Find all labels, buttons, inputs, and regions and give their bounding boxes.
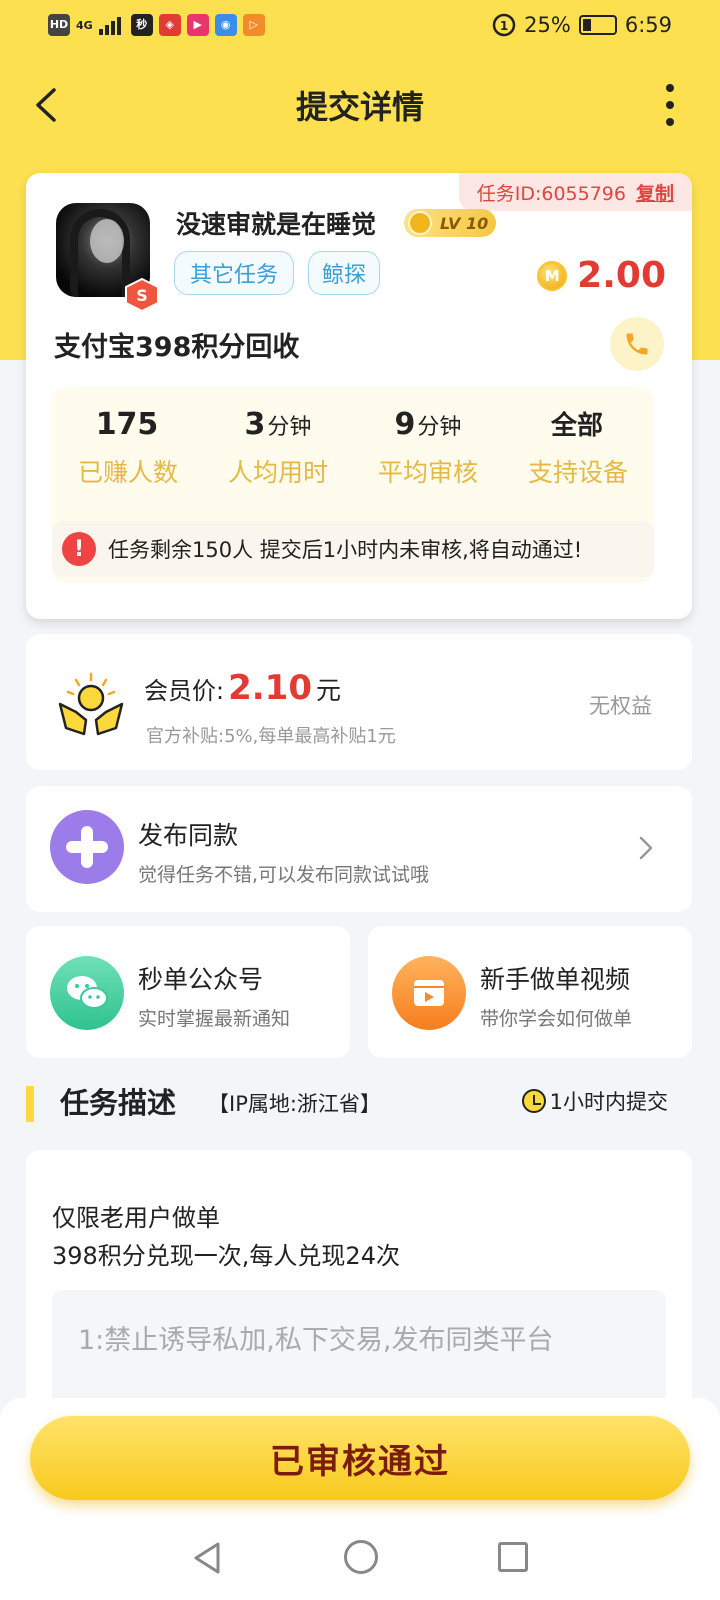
network-label: 4G [76,18,93,32]
coin-icon: M [537,260,568,291]
vip-unit: 元 [315,676,341,705]
description-line: 仅限老用户做单 [52,1204,220,1232]
wechat-icon [50,956,124,1030]
section-title: 任务描述 [60,1086,177,1120]
phone-button[interactable] [610,317,664,371]
stat-value: 全部 [550,411,603,441]
tag-other-tasks[interactable]: 其它任务 [174,251,294,295]
publish-title: 发布同款 [138,821,239,850]
stat-unit: 分钟 [267,415,312,440]
ip-location: 【IP属地:浙江省】 [208,1092,381,1116]
nav-back-icon[interactable] [190,1540,226,1576]
vip-price-card[interactable]: 会员价: 2.10 元 官方补贴:5%,每单最高补贴1元 无权益 [26,634,692,770]
submit-deadline-text: 1小时内提交 [549,1090,668,1114]
alert-icon: ! [62,532,96,566]
bottom-panel: 已审核通过 [0,1398,720,1600]
more-options-icon[interactable] [660,84,680,126]
username: 没速审就是在睡觉 [176,210,377,239]
stat-earned: 175 已赚人数 [58,401,198,489]
phone-icon [626,333,648,355]
level-text: LV 10 [440,213,489,233]
rank-badge-icon: S [125,277,159,313]
svg-text:S: S [136,286,148,305]
nav-recent-apps-icon[interactable] [498,1542,528,1572]
copy-button[interactable]: 复制 [636,179,674,206]
tag-whale[interactable]: 鲸探 [308,251,380,295]
rule-text: 1:禁止诱导私加,私下交易,发布同类平台 [78,1325,554,1356]
app-icon-1: 秒 [130,14,153,36]
nav-home-icon[interactable] [344,1540,378,1574]
status-icons: HD 4G 秒 ◈ ▶ ◉ ▷ [48,14,265,36]
app-icon-2: ◈ [158,14,181,36]
task-id-tag: 任务ID:6055796 复制 [458,173,692,211]
system-nav-bar [0,1518,720,1598]
submit-deadline: 1小时内提交 [521,1086,668,1116]
publish-subtitle: 觉得任务不错,可以发布同款试试哦 [138,864,430,886]
battery-icon [578,15,617,35]
hd-icon: HD [48,14,70,36]
data-saver-icon: 1 [492,13,516,37]
vip-benefit-status: 无权益 [589,694,652,718]
stat-devices: 全部 支持设备 [508,401,648,489]
level-badge: LV 10 [404,209,496,237]
app-icon-4: ◉ [214,14,237,36]
vip-price: 2.10 [228,668,312,708]
stat-value: 175 [95,407,159,442]
stat-value: 3 [244,407,266,442]
signal-icon [98,17,121,35]
stat-label: 支持设备 [527,458,628,487]
stat-label: 平均审核 [377,458,478,487]
stat-value: 9 [394,407,416,442]
clock-time: 6:59 [624,13,672,37]
task-id: 任务ID:6055796 [476,182,626,205]
task-title: 支付宝398积分回收 [54,332,300,363]
page-title: 提交详情 [295,88,424,126]
beginner-video-card[interactable]: 新手做单视频 带你学会如何做单 [368,926,692,1058]
wechat-title: 秒单公众号 [138,965,264,994]
chevron-right-icon [639,836,653,860]
reward-value: 2.00 [577,255,666,296]
stat-label: 人均用时 [227,458,328,487]
description-line: 398积分兑现一次,每人兑现24次 [52,1242,400,1270]
section-accent-bar [26,1086,34,1122]
status-right: 1 25% 6:59 [492,13,672,37]
title-bar: 提交详情 [0,70,720,140]
vip-label-text: 会员价: [144,677,225,705]
stat-avg-review: 9分钟 平均审核 [358,401,498,489]
stat-unit: 分钟 [417,415,462,440]
reviewed-passed-button[interactable]: 已审核通过 [30,1416,690,1500]
task-notice: ! 任务剩余150人 提交后1小时内未审核,将自动通过! [52,521,654,577]
vip-label: 会员价: 2.10 元 [144,668,341,708]
wechat-subtitle: 实时掌握最新通知 [138,1008,291,1030]
wechat-account-card[interactable]: 秒单公众号 实时掌握最新通知 [26,926,350,1058]
video-subtitle: 带你学会如何做单 [480,1008,633,1030]
vip-description: 官方补贴:5%,每单最高补贴1元 [146,726,396,747]
task-stats: 175 已赚人数 3分钟 人均用时 9分钟 平均审核 全部 支持设备 ! 任务剩… [52,387,654,583]
app-icon-5: ▷ [242,14,265,36]
clock-icon [521,1089,546,1113]
notice-text: 任务剩余150人 提交后1小时内未审核,将自动通过! [108,538,583,562]
medal-icon [408,211,432,235]
battery-percent: 25% [524,13,571,37]
video-title: 新手做单视频 [480,965,631,994]
svg-text:1: 1 [500,19,508,33]
plus-icon [50,810,124,884]
stat-avg-time: 3分钟 人均用时 [208,401,348,489]
task-card: 任务ID:6055796 复制 S 没速审就是在睡觉 LV 10 其它任务 鲸探… [26,173,692,619]
stat-label: 已赚人数 [77,458,178,487]
reward: M 2.00 [537,255,666,296]
video-app-icon: ▶ [186,14,209,36]
publish-same-card[interactable]: 发布同款 觉得任务不错,可以发布同款试试哦 [26,786,692,912]
status-bar: HD 4G 秒 ◈ ▶ ◉ ▷ 1 25% 6:59 [0,0,720,50]
video-icon [392,956,466,1030]
back-arrow-icon[interactable] [26,82,72,128]
hands-coin-icon [58,672,124,736]
